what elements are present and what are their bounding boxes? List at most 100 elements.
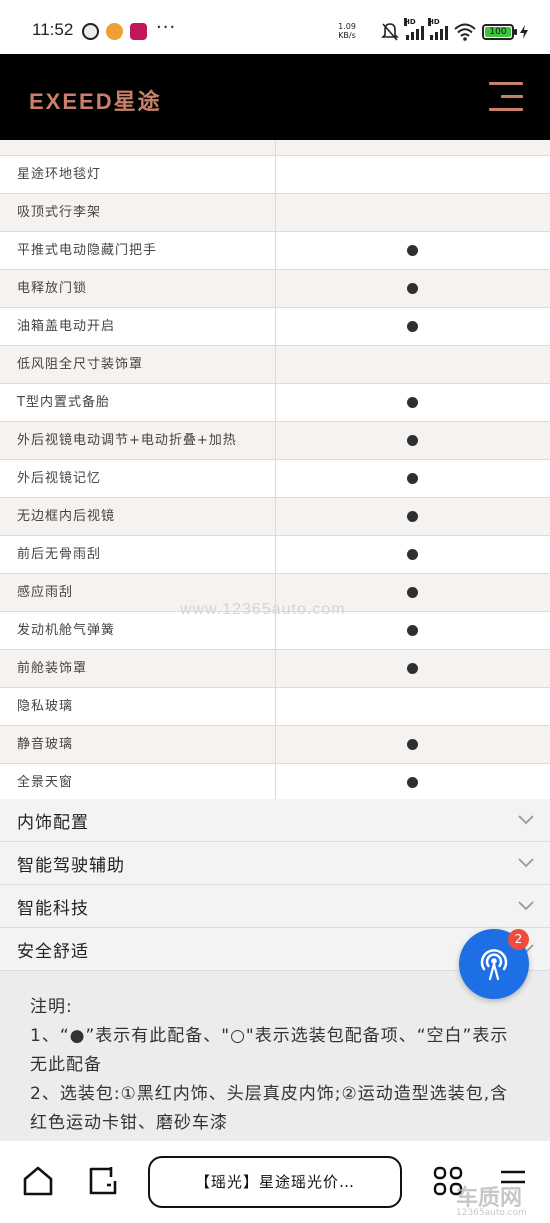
status-time: 11:52 <box>32 20 74 39</box>
table-row: 前舱装饰罩 <box>0 650 550 688</box>
table-row <box>0 140 550 156</box>
notes-panel: 注明: 1、“●”表示有此配备、"○"表示选装包配备项、“空白”表示无此配备 2… <box>0 971 550 1141</box>
section-header[interactable]: 内饰配置 <box>0 799 550 842</box>
feature-value-cell <box>276 140 550 155</box>
section-label: 智能科技 <box>17 899 89 919</box>
standard-equipment-dot <box>407 625 418 636</box>
menu-icon[interactable] <box>489 80 523 112</box>
feature-label: 前舱装饰罩 <box>0 650 276 687</box>
section-header[interactable]: 智能科技 <box>0 885 550 928</box>
bell-muted-icon <box>381 23 399 41</box>
standard-equipment-dot <box>407 739 418 750</box>
signal-label: HD <box>404 18 416 26</box>
net-speed-unit: KB/s <box>338 31 356 40</box>
feature-value-cell <box>276 650 550 687</box>
feature-label: 全景天窗 <box>0 764 276 801</box>
home-icon[interactable] <box>22 1165 54 1197</box>
table-row: 全景天窗 <box>0 764 550 802</box>
table-row: 低风阻全尺寸装饰罩 <box>0 346 550 384</box>
feature-value-cell <box>276 460 550 497</box>
net-speed-value: 1.09 <box>338 22 356 31</box>
feature-value-cell <box>276 308 550 345</box>
standard-equipment-dot <box>407 663 418 674</box>
feature-value-cell <box>276 384 550 421</box>
feature-value-cell <box>276 232 550 269</box>
table-row: 外后视镜记忆 <box>0 460 550 498</box>
feature-value-cell <box>276 536 550 573</box>
app-notification-icon <box>82 23 99 40</box>
battery-level: 100 <box>485 27 511 37</box>
standard-equipment-dot <box>407 283 418 294</box>
section-label: 内饰配置 <box>17 813 89 833</box>
standard-equipment-dot <box>407 321 418 332</box>
section-label: 安全舒适 <box>17 942 89 962</box>
feature-value-cell <box>276 156 550 193</box>
signal-icon: HD <box>404 18 424 40</box>
standard-equipment-dot <box>407 587 418 598</box>
feature-label: 吸顶式行李架 <box>0 194 276 231</box>
table-row: 前后无骨雨刮 <box>0 536 550 574</box>
watermark-sub: 12365auto.com <box>456 1208 527 1218</box>
feature-label: 电释放门锁 <box>0 270 276 307</box>
standard-equipment-dot <box>407 777 418 788</box>
section-label: 智能驾驶辅助 <box>17 856 125 876</box>
app-notification-icon <box>130 23 147 40</box>
table-row: 电释放门锁 <box>0 270 550 308</box>
chevron-down-icon <box>518 815 534 825</box>
table-row: 无边框内后视镜 <box>0 498 550 536</box>
feature-value-cell <box>276 498 550 535</box>
feature-value-cell <box>276 688 550 725</box>
feature-label: 前后无骨雨刮 <box>0 536 276 573</box>
standard-equipment-dot <box>407 245 418 256</box>
charging-icon <box>520 25 528 39</box>
site-watermark: 车质网 12365auto.com <box>456 1180 527 1218</box>
signal-label: HD <box>428 18 440 26</box>
feature-label: T型内置式备胎 <box>0 384 276 421</box>
notification-badge: 2 <box>508 929 529 950</box>
feature-value-cell <box>276 270 550 307</box>
signal-icon: HD <box>428 18 448 40</box>
feature-label: 油箱盖电动开启 <box>0 308 276 345</box>
table-row: 吸顶式行李架 <box>0 194 550 232</box>
feature-value-cell <box>276 764 550 801</box>
watermark: www.12365auto.com <box>180 601 346 618</box>
standard-equipment-dot <box>407 511 418 522</box>
status-bar: 11:52 ··· 1.09 KB/s HD HD 100 <box>0 0 550 60</box>
exeed-logo[interactable]: EXEED星途 <box>29 84 162 116</box>
standard-equipment-dot <box>407 549 418 560</box>
standard-equipment-dot <box>407 473 418 484</box>
table-row: 外后视镜电动调节+电动折叠+加热 <box>0 422 550 460</box>
tabs-icon[interactable] <box>87 1165 119 1197</box>
status-icons: HD HD 100 <box>380 18 528 44</box>
table-row: 隐私玻璃 <box>0 688 550 726</box>
wifi-icon <box>454 23 476 41</box>
feature-label: 无边框内后视镜 <box>0 498 276 535</box>
more-notifications-icon: ··· <box>156 17 177 38</box>
feature-value-cell <box>276 194 550 231</box>
table-row: 星途环地毯灯 <box>0 156 550 194</box>
feature-label <box>0 140 276 155</box>
feature-label: 平推式电动隐藏门把手 <box>0 232 276 269</box>
notes-line: 1、“●”表示有此配备、"○"表示选装包配备项、“空白”表示无此配备 <box>30 1026 509 1075</box>
broadcast-icon <box>480 949 508 981</box>
chevron-down-icon <box>518 901 534 911</box>
net-speed: 1.09 KB/s <box>336 22 358 40</box>
notes-title: 注明: <box>30 997 73 1017</box>
table-row: 平推式电动隐藏门把手 <box>0 232 550 270</box>
page-root: 11:52 ··· 1.09 KB/s HD HD 100 EXEED星途 星途… <box>0 0 550 1223</box>
current-page-title-button[interactable]: 【瑶光】星途瑶光价… <box>148 1156 402 1208</box>
notes-line: 2、选装包:①黑红内饰、头层真皮内饰;②运动造型选装包,含红色运动卡钳、磨砂车漆 <box>30 1084 509 1133</box>
standard-equipment-dot <box>407 397 418 408</box>
feature-label: 星途环地毯灯 <box>0 156 276 193</box>
feature-label: 外后视镜记忆 <box>0 460 276 497</box>
table-row: T型内置式备胎 <box>0 384 550 422</box>
app-notification-icon <box>106 23 123 40</box>
feature-value-cell <box>276 346 550 383</box>
feature-label: 低风阻全尺寸装饰罩 <box>0 346 276 383</box>
standard-equipment-dot <box>407 435 418 446</box>
section-header[interactable]: 智能驾驶辅助 <box>0 842 550 885</box>
feature-label: 外后视镜电动调节+电动折叠+加热 <box>0 422 276 459</box>
feature-label: 静音玻璃 <box>0 726 276 763</box>
battery-icon: 100 <box>482 24 517 40</box>
feature-value-cell <box>276 422 550 459</box>
